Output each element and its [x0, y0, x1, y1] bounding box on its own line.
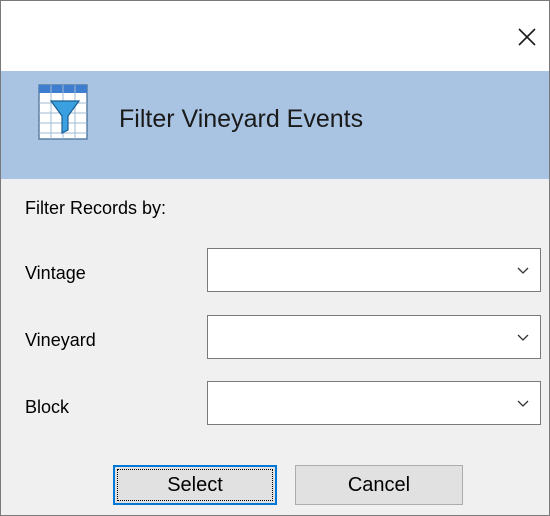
vintage-dropdown[interactable]	[207, 248, 541, 292]
select-button[interactable]: Select	[113, 465, 277, 505]
filter-table-icon	[38, 84, 88, 140]
chevron-down-icon	[517, 400, 529, 407]
title-bar	[1, 1, 549, 71]
close-icon	[518, 28, 536, 46]
header-banner: Filter Vineyard Events	[1, 71, 549, 179]
block-dropdown[interactable]	[207, 381, 541, 425]
vintage-label: Vintage	[25, 263, 86, 283]
filter-records-label: Filter Records by:	[25, 198, 167, 218]
vineyard-dropdown[interactable]	[207, 315, 541, 359]
select-button-label: Select	[167, 474, 223, 496]
cancel-button[interactable]: Cancel	[295, 465, 463, 505]
chevron-down-icon	[517, 267, 529, 274]
cancel-button-label: Cancel	[347, 474, 411, 496]
filter-dialog: Filter Vineyard Events Filter Records by…	[0, 0, 550, 516]
chevron-down-icon	[517, 334, 529, 341]
dialog-title: Filter Vineyard Events	[119, 105, 364, 133]
vineyard-label: Vineyard	[25, 330, 96, 350]
block-label: Block	[25, 397, 70, 417]
close-button[interactable]	[513, 23, 541, 51]
